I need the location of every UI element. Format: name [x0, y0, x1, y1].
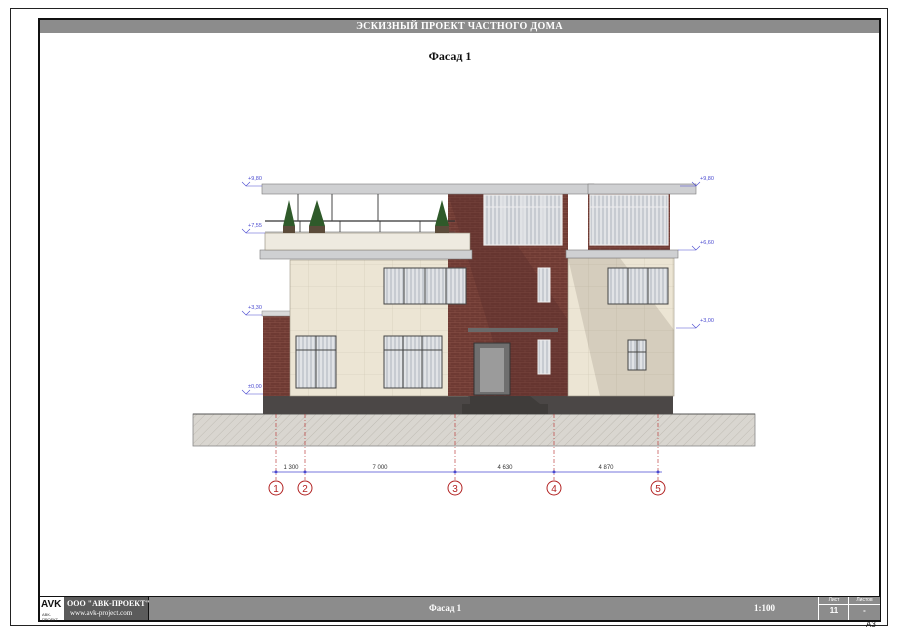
- terrace-parapet: [264, 232, 471, 251]
- company-website: www.avk-project.com: [70, 609, 133, 617]
- drawing-scale: 1:100: [754, 603, 775, 613]
- sheet-number: 11: [829, 606, 839, 615]
- elevation-mark: +7,55: [248, 223, 262, 229]
- elevation-mark: ±0,00: [248, 384, 262, 390]
- drawing-sheet: ЭСКИЗНЫЙ ПРОЕКТ ЧАСТНОГО ДОМА Фасад 1 1 …: [0, 0, 900, 637]
- left-brick-column: [263, 316, 290, 396]
- axis-label: 3: [452, 484, 458, 495]
- elevation-mark: +6,60: [700, 240, 714, 246]
- company-logo: AVK АВК-ПРОЕКТ: [40, 597, 65, 622]
- roof-slab-left: [261, 183, 595, 195]
- elevation-mark: +3,30: [248, 305, 262, 311]
- sheets-total-label: Листов: [849, 597, 880, 605]
- elevation-mark: +3,00: [700, 318, 714, 324]
- axis-label: 2: [302, 484, 308, 495]
- axis-label: 4: [551, 484, 557, 495]
- elevation-marks-right: +9,80 +6,60 +3,00: [676, 176, 714, 329]
- roof-slab-right: [587, 183, 697, 195]
- sheet-number-label: Лист: [819, 597, 849, 605]
- right-floor-slab: [565, 249, 679, 259]
- company-info: ООО "АВК-ПРОЕКТ" www.avk-project.com: [64, 597, 150, 620]
- logo-mark: AVK: [41, 599, 62, 610]
- left-column-cap: [261, 310, 292, 317]
- ground-section: [192, 413, 756, 447]
- sheet-title: Фасад 1: [429, 603, 462, 613]
- page-format: А3: [866, 620, 876, 629]
- window: [383, 335, 443, 389]
- facade-drawing: 1 300 7 000 4 630 4 870 1 2 3 4 5 +9,80 …: [192, 176, 756, 496]
- entrance-canopy: [468, 328, 558, 332]
- dimension-label: 4 870: [598, 465, 614, 471]
- axis-markers: 1 2 3 4 5: [268, 480, 666, 496]
- dimension-label: 7 000: [372, 465, 388, 471]
- elevation-mark: +9,80: [248, 176, 262, 182]
- elevation-mark: +9,80: [700, 176, 714, 182]
- sheet-number-cell: Лист 11: [818, 597, 849, 620]
- sheets-total: -: [863, 606, 866, 615]
- window: [607, 267, 669, 305]
- window: [537, 267, 551, 303]
- dimension-label: 4 630: [497, 465, 513, 471]
- window: [537, 339, 551, 375]
- logo-subtitle: АВК-ПРОЕКТ: [42, 612, 59, 622]
- terrace-plants: [283, 200, 449, 233]
- second-floor-slab: [259, 249, 473, 260]
- axis-label: 5: [655, 484, 661, 495]
- company-name: ООО "АВК-ПРОЕКТ": [67, 599, 150, 608]
- axis-label: 1: [273, 484, 279, 495]
- title-block-bar: Фасад 1 1:100: [149, 597, 818, 620]
- sheets-total-cell: Листов -: [848, 597, 880, 620]
- elevation-marks-left: +9,80 +7,55 +3,30 ±0,00: [241, 176, 265, 395]
- dimension-label: 1 300: [283, 465, 299, 471]
